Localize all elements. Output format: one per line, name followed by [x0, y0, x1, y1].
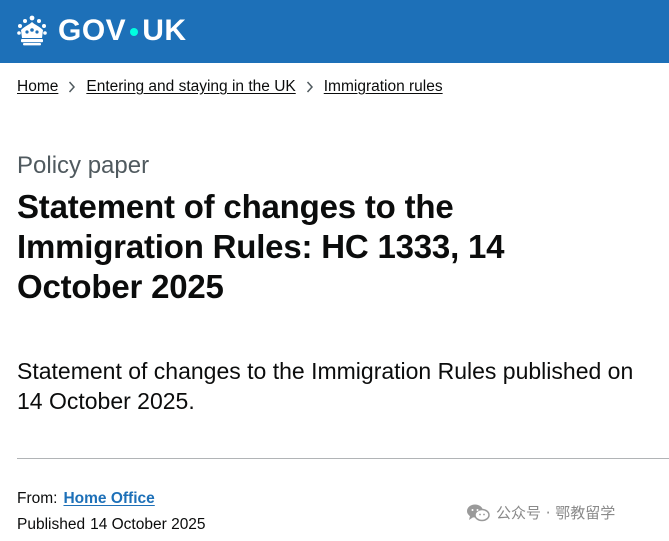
- section-divider: [17, 458, 669, 459]
- watermark-text: 公众号 · 鄂教留学: [496, 504, 616, 522]
- govuk-logo-link[interactable]: GOV UK: [15, 11, 187, 51]
- breadcrumb-entering-staying-link[interactable]: Entering and staying in the UK: [86, 76, 295, 98]
- chevron-right-icon: [306, 81, 313, 93]
- from-label: From:: [17, 490, 58, 507]
- page-title: Statement of changes to the Immigration …: [17, 188, 505, 305]
- metadata-published: Published 14 October 2025: [17, 514, 206, 536]
- breadcrumb-immigration-rules-link[interactable]: Immigration rules: [324, 76, 443, 98]
- lead-paragraph: Statement of changes to the Immigration …: [17, 358, 634, 414]
- metadata-from: From: Home Office: [17, 488, 155, 510]
- page-caption: Policy paper: [17, 152, 150, 179]
- crown-icon: [17, 15, 47, 46]
- watermark: 公众号 · 鄂教留学: [466, 502, 615, 523]
- logo-text-gov: GOV: [58, 14, 127, 47]
- published-label: Published: [17, 516, 86, 533]
- published-date: 14 October 2025: [90, 516, 206, 533]
- wechat-icon: [467, 504, 490, 521]
- chevron-right-icon: [69, 81, 76, 93]
- logo-dot: [130, 28, 139, 36]
- site-header: GOV UK: [0, 0, 669, 63]
- logo-text-uk: UK: [142, 14, 187, 47]
- logo-text: GOV UK: [58, 16, 187, 46]
- home-office-link[interactable]: Home Office: [63, 488, 154, 510]
- breadcrumb: Home Entering and staying in the UK Immi…: [17, 76, 443, 98]
- breadcrumb-home-link[interactable]: Home: [17, 76, 58, 98]
